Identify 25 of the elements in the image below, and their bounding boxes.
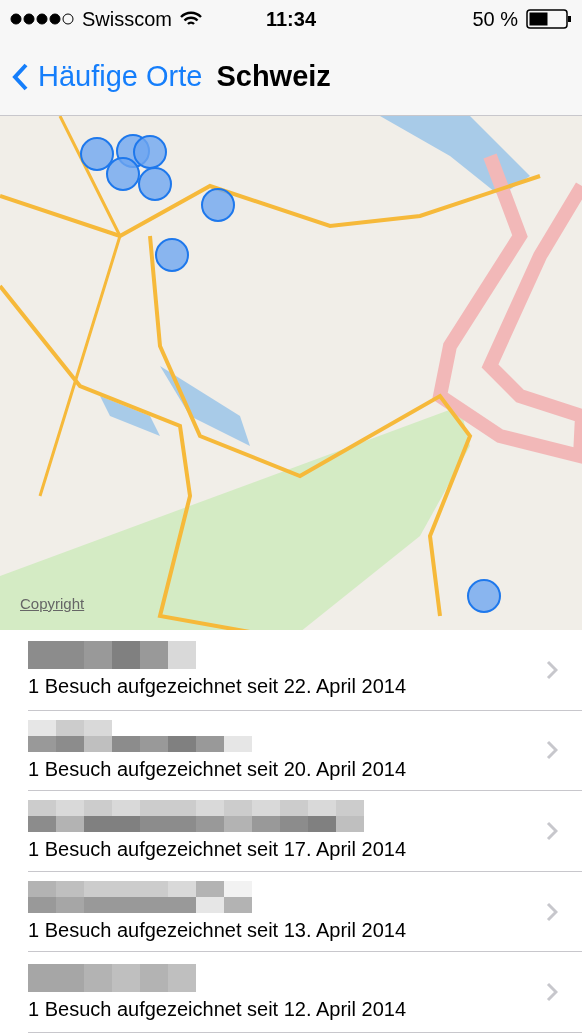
battery-percentage: 50 % (472, 7, 518, 31)
wifi-icon (180, 11, 202, 27)
back-chevron-icon (12, 62, 28, 91)
chevron-icon (546, 740, 558, 761)
place-row[interactable]: 1 Besuch aufgezeichnet seit 12. April 2014 (28, 952, 582, 1033)
chevron-icon (546, 982, 558, 1003)
battery-icon (526, 9, 572, 29)
visit-summary: 1 Besuch aufgezeichnet seit 12. April 2014 (28, 997, 408, 1021)
chevron-icon (546, 901, 558, 922)
place-row[interactable]: 1 Besuch aufgezeichnet seit 22. April 2014 (28, 629, 582, 711)
visit-summary: 1 Besuch aufgezeichnet seit 17. April 2014 (28, 838, 408, 862)
signal-icon (10, 13, 74, 25)
copyright-link[interactable]: Copyright (20, 594, 85, 612)
clock-time: 11:34 (265, 7, 317, 31)
back-button[interactable]: Häufige Orte (12, 60, 203, 94)
place-row[interactable]: 1 Besuch aufgezeichnet seit 20. April 2014 (28, 710, 582, 792)
chevron-icon (546, 659, 558, 680)
screen-title: Schweiz (216, 60, 331, 94)
visit-summary: 1 Besuch aufgezeichnet seit 13. April 2014 (28, 919, 408, 943)
place-row[interactable]: 1 Besuch aufgezeichnet seit 13. April 2014 (28, 871, 582, 953)
visit-summary: 1 Besuch aufgezeichnet seit 22. April 2014 (28, 675, 408, 699)
visit-summary: 1 Besuch aufgezeichnet seit 20. April 2014 (28, 757, 408, 781)
chevron-icon (546, 820, 558, 841)
carrier-name: Swisscom (82, 7, 172, 31)
place-row[interactable]: 1 Besuch aufgezeichnet seit 17. April 2014 (28, 791, 582, 872)
